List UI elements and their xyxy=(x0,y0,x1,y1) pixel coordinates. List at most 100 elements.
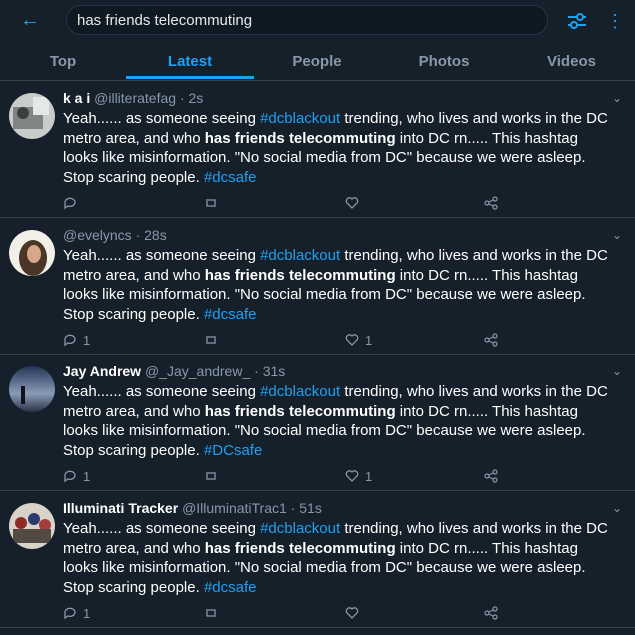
matched-search-text: has friends telecommuting xyxy=(204,266,396,284)
like-count: 1 xyxy=(365,332,373,348)
handle[interactable]: @evelyncs xyxy=(63,227,132,243)
matched-search-text: has friends telecommuting xyxy=(204,402,396,420)
hashtag-link[interactable]: #dcblackout xyxy=(260,110,340,127)
tweet[interactable]: k a i @illiteratefag · 2s ⌄ Yeah...... a… xyxy=(0,81,635,218)
tab-videos[interactable]: Videos xyxy=(508,44,635,80)
hashtag-link[interactable]: #dcblackout xyxy=(260,520,340,537)
retweet-icon xyxy=(206,472,216,480)
tweet-header: k a i @illiteratefag · 2s xyxy=(63,90,204,106)
reply-button[interactable] xyxy=(63,193,83,213)
reply-icon xyxy=(64,197,76,210)
heart-icon xyxy=(345,607,359,619)
avatar[interactable] xyxy=(9,230,55,276)
share-button[interactable] xyxy=(484,193,498,213)
retweet-button[interactable] xyxy=(204,603,218,623)
search-input[interactable]: has friends telecommuting xyxy=(66,5,548,35)
reply-icon xyxy=(64,334,76,347)
hashtag-link[interactable]: #dcsafe xyxy=(204,169,257,186)
reply-icon xyxy=(64,470,76,483)
avatar[interactable] xyxy=(9,366,55,412)
share-icon xyxy=(484,606,498,620)
share-button[interactable] xyxy=(484,466,498,486)
search-tabs: Top Latest People Photos Videos xyxy=(0,44,635,81)
share-button[interactable] xyxy=(484,330,498,350)
avatar[interactable] xyxy=(9,93,55,139)
active-tab-indicator xyxy=(126,76,254,79)
text-segment: Yeah...... as someone seeing xyxy=(63,247,261,264)
timestamp: 28s xyxy=(144,227,167,243)
avatar[interactable] xyxy=(9,503,55,549)
share-icon xyxy=(484,196,498,210)
reply-button[interactable]: 1 xyxy=(63,603,90,623)
display-name[interactable]: Illuminati Tracker xyxy=(63,500,178,516)
text-segment: Yeah...... as someone seeing xyxy=(63,110,261,127)
share-button[interactable] xyxy=(484,603,498,623)
tweet-text: Yeah...... as someone seeing #dcblackout… xyxy=(63,109,608,187)
search-query-text: has friends telecommuting xyxy=(77,12,253,29)
tweet-actions: 1 xyxy=(63,603,583,623)
heart-icon xyxy=(345,470,359,482)
hashtag-link[interactable]: #dcsafe xyxy=(204,306,257,323)
text-segment: Yeah...... as someone seeing xyxy=(63,520,261,537)
tweet-text: Yeah...... as someone seeing #dcblackout… xyxy=(63,246,608,324)
tweet-actions: 1 1 xyxy=(63,466,583,486)
retweet-icon xyxy=(206,199,216,207)
like-button[interactable] xyxy=(345,193,365,213)
share-icon xyxy=(484,333,498,347)
hashtag-link[interactable]: #dcsafe xyxy=(204,579,257,596)
display-name[interactable]: k a i xyxy=(63,90,90,106)
tweet-actions xyxy=(63,193,583,213)
tab-photos[interactable]: Photos xyxy=(380,44,508,80)
tab-latest[interactable]: Latest xyxy=(126,44,254,80)
hashtag-link[interactable]: #dcblackout xyxy=(260,247,340,264)
tweet-header: Illuminati Tracker @IlluminatiTrac1 · 51… xyxy=(63,500,322,516)
handle[interactable]: @illiteratefag xyxy=(94,90,176,106)
more-options-icon[interactable]: ⋮ xyxy=(606,8,624,34)
heart-icon xyxy=(345,334,359,346)
retweet-button[interactable] xyxy=(204,330,218,350)
reply-count: 1 xyxy=(83,605,91,621)
like-button[interactable]: 1 xyxy=(345,466,372,486)
handle[interactable]: @_Jay_andrew_ xyxy=(145,363,250,379)
matched-search-text: has friends telecommuting xyxy=(204,539,396,557)
chevron-down-icon[interactable]: ⌄ xyxy=(612,228,624,242)
reply-icon xyxy=(64,607,76,620)
reply-button[interactable]: 1 xyxy=(63,466,90,486)
like-button[interactable]: 1 xyxy=(345,330,372,350)
chevron-down-icon[interactable]: ⌄ xyxy=(612,501,624,515)
like-button[interactable] xyxy=(345,603,365,623)
reply-button[interactable]: 1 xyxy=(63,330,90,350)
tweet[interactable]: @evelyncs · 28s ⌄ Yeah...... as someone … xyxy=(0,218,635,355)
tweet[interactable]: Jay Andrew @_Jay_andrew_ · 31s ⌄ Yeah...… xyxy=(0,354,635,491)
share-icon xyxy=(484,469,498,483)
timestamp: 2s xyxy=(188,90,204,106)
hashtag-link[interactable]: #dcblackout xyxy=(260,383,340,400)
tab-top[interactable]: Top xyxy=(0,44,126,80)
reply-count: 1 xyxy=(83,332,91,348)
timestamp: 31s xyxy=(262,363,286,379)
filter-sliders-icon[interactable] xyxy=(566,10,588,32)
retweet-icon xyxy=(206,609,216,617)
top-bar: ← has friends telecommuting ⋮ xyxy=(0,0,635,44)
hashtag-link[interactable]: #DCsafe xyxy=(204,442,262,459)
display-name[interactable]: Jay Andrew xyxy=(63,363,141,379)
back-arrow-icon[interactable]: ← xyxy=(18,8,42,32)
tweet-text: Yeah...... as someone seeing #dcblackout… xyxy=(63,519,608,597)
tweet-header: Jay Andrew @_Jay_andrew_ · 31s xyxy=(63,363,286,379)
retweet-button[interactable] xyxy=(204,466,218,486)
handle[interactable]: @IlluminatiTrac1 xyxy=(182,500,287,516)
tweet-actions: 1 1 xyxy=(63,330,583,350)
chevron-down-icon[interactable]: ⌄ xyxy=(612,364,624,378)
tweet-header: @evelyncs · 28s xyxy=(63,227,167,243)
tab-people[interactable]: People xyxy=(254,44,380,80)
like-count: 1 xyxy=(365,468,373,484)
timestamp: 51s xyxy=(299,500,322,516)
reply-count: 1 xyxy=(83,468,91,484)
tweet[interactable]: Illuminati Tracker @IlluminatiTrac1 · 51… xyxy=(0,491,635,628)
matched-search-text: has friends telecommuting xyxy=(204,129,396,147)
retweet-button[interactable] xyxy=(204,193,218,213)
heart-icon xyxy=(345,197,359,209)
text-segment: Yeah...... as someone seeing xyxy=(63,383,261,400)
chevron-down-icon[interactable]: ⌄ xyxy=(612,91,624,105)
retweet-icon xyxy=(206,336,216,344)
